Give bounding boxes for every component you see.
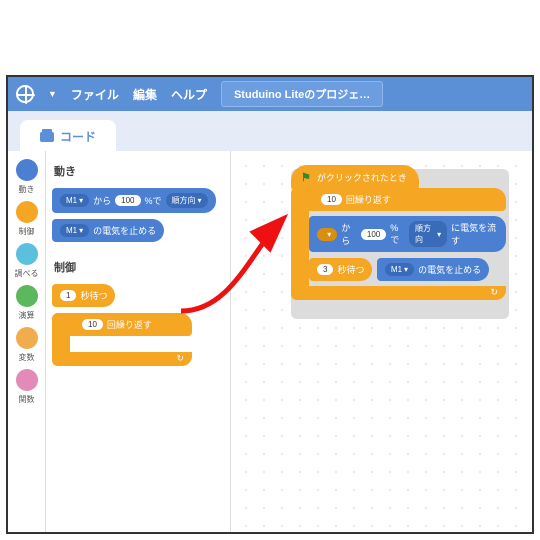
script-motor-stop[interactable]: M1▾ の電気を止める bbox=[377, 258, 489, 281]
category-label: 関数 bbox=[8, 394, 45, 405]
menu-help[interactable]: ヘルプ bbox=[171, 86, 207, 103]
category-myblocks[interactable] bbox=[16, 369, 38, 391]
script-motor-run[interactable]: ▾ から 100 %で 順方向▾ に電気を流す bbox=[309, 216, 506, 252]
script-stack[interactable]: ⚑ がクリックされたとき 10 回繰り返す ▾ から 100 %で bbox=[291, 165, 532, 303]
category-label: 演算 bbox=[8, 310, 45, 321]
hat-when-flag-clicked[interactable]: ⚑ がクリックされたとき bbox=[291, 165, 419, 190]
block-motor-stop[interactable]: M1▾ の電気を止める bbox=[52, 219, 164, 242]
block-repeat[interactable]: 10 回繰り返す ↻ bbox=[52, 313, 192, 366]
tab-strip: コード bbox=[8, 111, 532, 151]
direction-dropdown[interactable]: 順方向▾ bbox=[166, 193, 208, 208]
menu-edit[interactable]: 編集 bbox=[133, 86, 157, 103]
port-dropdown[interactable]: M1▾ bbox=[60, 224, 89, 237]
block-motor-run[interactable]: M1▾ から 100 %で 順方向▾ bbox=[52, 188, 216, 213]
count-input[interactable]: 10 bbox=[82, 319, 103, 330]
script-wait[interactable]: 3 秒待つ bbox=[309, 258, 372, 281]
globe-icon[interactable] bbox=[16, 85, 34, 103]
flag-icon: ⚑ bbox=[301, 171, 311, 184]
tab-label: コード bbox=[60, 128, 96, 145]
menu-file[interactable]: ファイル bbox=[71, 86, 119, 103]
palette-header-motion: 動き bbox=[54, 163, 224, 179]
tab-code[interactable]: コード bbox=[20, 120, 116, 151]
category-variables[interactable] bbox=[16, 327, 38, 349]
percent-input[interactable]: 100 bbox=[361, 229, 386, 240]
block-wait[interactable]: 1 秒待つ bbox=[52, 284, 115, 307]
work-area: 動き 制御 調べる 演算 変数 関数 動き M1▾ から 100 %で 順方向▾… bbox=[8, 151, 532, 532]
category-motion[interactable] bbox=[16, 159, 38, 181]
category-sensing[interactable] bbox=[16, 243, 38, 265]
port-dropdown[interactable]: ▾ bbox=[317, 228, 337, 241]
code-icon bbox=[40, 132, 54, 142]
script-repeat[interactable]: 10 回繰り返す ▾ から 100 %で 順方向▾ に電気を流す bbox=[291, 188, 506, 300]
project-title[interactable]: Studuino Liteのプロジェ… bbox=[221, 81, 383, 107]
category-label: 制御 bbox=[8, 226, 45, 237]
seconds-input[interactable]: 3 bbox=[317, 264, 333, 275]
seconds-input[interactable]: 1 bbox=[60, 290, 76, 301]
category-control[interactable] bbox=[16, 201, 38, 223]
script-canvas[interactable]: ⚑ がクリックされたとき 10 回繰り返す ▾ から 100 %で bbox=[231, 151, 532, 532]
direction-dropdown[interactable]: 順方向▾ bbox=[409, 221, 447, 247]
block-palette: 動き M1▾ から 100 %で 順方向▾ M1▾ の電気を止める 制御 1 秒… bbox=[46, 151, 231, 532]
count-input[interactable]: 10 bbox=[321, 194, 342, 205]
category-column: 動き 制御 調べる 演算 変数 関数 bbox=[8, 151, 46, 532]
app-window: ▼ ファイル 編集 ヘルプ Studuino Liteのプロジェ… コード 動き… bbox=[6, 75, 534, 534]
palette-header-control: 制御 bbox=[54, 259, 224, 275]
category-operators[interactable] bbox=[16, 285, 38, 307]
category-label: 動き bbox=[8, 184, 45, 195]
category-label: 変数 bbox=[8, 352, 45, 363]
port-dropdown[interactable]: M1▾ bbox=[60, 194, 89, 207]
category-label: 調べる bbox=[8, 268, 45, 279]
chevron-down-icon[interactable]: ▼ bbox=[48, 89, 57, 99]
menu-bar: ▼ ファイル 編集 ヘルプ Studuino Liteのプロジェ… bbox=[8, 77, 532, 111]
percent-input[interactable]: 100 bbox=[115, 195, 140, 206]
port-dropdown[interactable]: M1▾ bbox=[385, 263, 414, 276]
